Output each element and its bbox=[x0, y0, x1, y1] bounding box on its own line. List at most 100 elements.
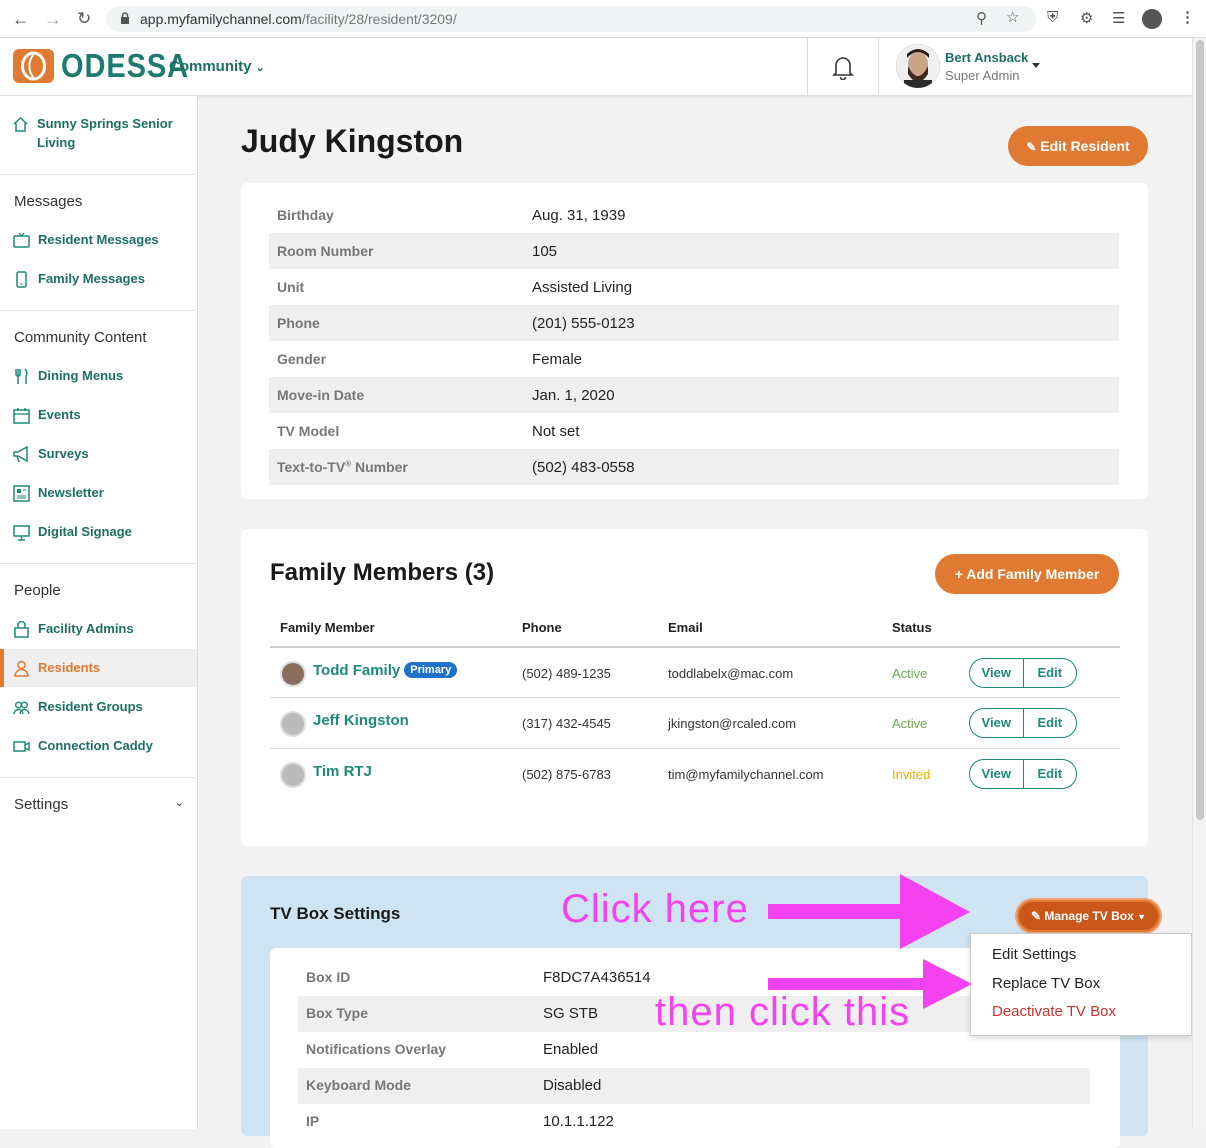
row-actions: View Edit bbox=[969, 658, 1077, 688]
family-avatar bbox=[280, 661, 306, 687]
view-button[interactable]: View bbox=[970, 709, 1024, 737]
detail-row: Keyboard Mode Disabled bbox=[298, 1068, 1090, 1104]
sidebar-item-label: Facility Admins bbox=[38, 621, 134, 636]
extensions-puzzle-icon[interactable]: ⚙ bbox=[1080, 9, 1093, 27]
sidebar-item-facility-admins[interactable]: Facility Admins bbox=[0, 610, 197, 648]
sidebar-item-resident-groups[interactable]: Resident Groups bbox=[0, 688, 197, 726]
url-text: app.myfamilychannel.com/facility/28/resi… bbox=[140, 11, 457, 27]
sidebar-item-events[interactable]: Events bbox=[0, 396, 197, 434]
sidebar-item-newsletter[interactable]: Newsletter bbox=[0, 474, 197, 512]
view-button[interactable]: View bbox=[970, 659, 1024, 687]
sidebar-item-dining-menus[interactable]: Dining Menus bbox=[0, 357, 197, 395]
calendar-icon bbox=[13, 408, 30, 424]
family-phone: (502) 489-1235 bbox=[522, 666, 611, 681]
monitor-icon bbox=[13, 525, 30, 541]
chevron-down-icon: ⌄ bbox=[174, 797, 184, 809]
add-family-member-button[interactable]: + Add Family Member bbox=[935, 554, 1119, 594]
notifications-button[interactable] bbox=[807, 38, 879, 96]
sidebar-item-label: Resident Messages bbox=[38, 232, 159, 247]
browser-menu-icon[interactable]: ⋮ bbox=[1180, 8, 1195, 26]
section-heading-people: People bbox=[14, 582, 61, 599]
edit-button[interactable]: Edit bbox=[1024, 709, 1077, 737]
detail-row: Notifications Overlay Enabled bbox=[306, 1041, 599, 1058]
community-dropdown[interactable]: Community ⌄ bbox=[169, 58, 265, 75]
sidebar-item-digital-signage[interactable]: Digital Signage bbox=[0, 513, 197, 551]
annotation-click-here: Click here bbox=[561, 887, 749, 931]
sidebar-item-label: Digital Signage bbox=[38, 524, 132, 539]
family-members-card: Family Members (3) + Add Family Member F… bbox=[241, 529, 1148, 846]
detail-row: Move-in Date Jan. 1, 2020 bbox=[269, 377, 1119, 413]
menu-item-edit-settings[interactable]: Edit Settings bbox=[992, 946, 1076, 963]
annotation-arrow-icon bbox=[768, 959, 972, 1009]
page-scrollbar[interactable] bbox=[1192, 38, 1206, 1129]
bookmark-star-icon[interactable]: ☆ bbox=[1006, 8, 1019, 26]
column-header: Email bbox=[668, 620, 703, 635]
profile-avatar-icon[interactable] bbox=[1142, 9, 1162, 29]
odessa-logo-icon[interactable] bbox=[13, 49, 54, 83]
menu-item-deactivate-tv-box[interactable]: Deactivate TV Box bbox=[992, 1003, 1116, 1020]
resident-details-card: Birthday Aug. 31, 1939 Room Number 105 Uni… bbox=[241, 183, 1148, 499]
tv-icon bbox=[13, 232, 30, 248]
reload-icon[interactable]: ↻ bbox=[77, 9, 91, 29]
sidebar-item-label: Dining Menus bbox=[38, 368, 124, 383]
media-queue-icon[interactable]: ☰ bbox=[1112, 9, 1125, 27]
sidebar-item-residents[interactable]: Residents bbox=[0, 649, 197, 687]
sidebar: Sunny Springs Senior Living Messages Res… bbox=[0, 96, 198, 1129]
facility-name: Sunny Springs Senior Living bbox=[37, 116, 173, 150]
sidebar-item-surveys[interactable]: Surveys bbox=[0, 435, 197, 473]
sidebar-item-label: Resident Groups bbox=[38, 699, 143, 714]
family-phone: (502) 875-6783 bbox=[522, 767, 611, 782]
lock-badge-icon bbox=[14, 621, 29, 638]
zoom-icon[interactable]: ⚲ bbox=[976, 9, 987, 27]
edit-resident-button[interactable]: ✎ Edit Resident bbox=[1008, 126, 1148, 166]
table-row: Tim RTJ (502) 875-6783 tim@myfamilychann… bbox=[270, 748, 1120, 799]
sidebar-item-family-messages[interactable]: Family Messages bbox=[0, 260, 197, 298]
family-member-name[interactable]: Tim RTJ bbox=[313, 763, 372, 780]
section-heading-community-content: Community Content bbox=[14, 329, 147, 346]
back-icon[interactable]: ← bbox=[12, 9, 30, 30]
sidebar-item-label: Surveys bbox=[38, 446, 89, 461]
sidebar-item-label: Events bbox=[38, 407, 81, 422]
utensils-icon bbox=[15, 368, 28, 384]
scrollbar-thumb[interactable] bbox=[1196, 40, 1204, 820]
sidebar-settings-toggle[interactable]: Settings ⌄ bbox=[14, 796, 184, 813]
family-members-title: Family Members (3) bbox=[270, 559, 495, 586]
edit-button[interactable]: Edit bbox=[1024, 760, 1077, 788]
view-button[interactable]: View bbox=[970, 760, 1024, 788]
family-member-name[interactable]: Todd Family Primary bbox=[313, 662, 458, 679]
sidebar-item-resident-messages[interactable]: Resident Messages bbox=[0, 221, 197, 259]
detail-row: Birthday Aug. 31, 1939 bbox=[277, 207, 626, 224]
newsletter-icon bbox=[13, 485, 30, 502]
status-badge: Active bbox=[892, 716, 928, 731]
detail-row: Unit Assisted Living bbox=[277, 279, 633, 296]
user-menu-caret-icon[interactable] bbox=[1032, 63, 1040, 68]
user-name[interactable]: Bert Ansback bbox=[945, 50, 1028, 65]
person-icon bbox=[14, 660, 29, 677]
user-role: Super Admin bbox=[945, 68, 1020, 83]
user-avatar[interactable] bbox=[896, 44, 940, 88]
family-email: toddlabelx@mac.com bbox=[668, 666, 794, 681]
menu-item-replace-tv-box[interactable]: Replace TV Box bbox=[992, 975, 1100, 992]
phone-icon bbox=[16, 271, 27, 288]
column-header: Family Member bbox=[280, 620, 375, 635]
column-header: Phone bbox=[522, 620, 562, 635]
status-badge: Invited bbox=[892, 767, 931, 782]
bell-icon bbox=[832, 57, 854, 80]
address-bar[interactable]: app.myfamilychannel.com/facility/28/resi… bbox=[106, 6, 1036, 32]
forward-icon[interactable]: → bbox=[44, 9, 62, 30]
edit-button[interactable]: Edit bbox=[1024, 659, 1077, 687]
column-header: Status bbox=[892, 620, 932, 635]
megaphone-icon bbox=[13, 446, 28, 463]
family-avatar bbox=[280, 762, 306, 788]
primary-badge: Primary bbox=[404, 662, 458, 678]
family-member-name[interactable]: Jeff Kingston bbox=[313, 712, 409, 729]
sidebar-item-label: Residents bbox=[38, 660, 101, 675]
detail-row: Text-to-TV® Number (502) 483-0558 bbox=[269, 449, 1119, 485]
shield-extension-icon[interactable]: ⛨ bbox=[1047, 9, 1058, 26]
people-group-icon bbox=[13, 701, 30, 715]
divider bbox=[0, 563, 197, 564]
browser-chrome: ← → ↻ app.myfamilychannel.com/facility/2… bbox=[0, 0, 1206, 38]
manage-tv-box-button[interactable]: ✎ Manage TV Box ▼ bbox=[1017, 900, 1160, 932]
sidebar-item-connection-caddy[interactable]: Connection Caddy bbox=[0, 727, 197, 765]
manage-tv-box-menu: Edit Settings Replace TV Box Deactivate … bbox=[970, 933, 1192, 1036]
